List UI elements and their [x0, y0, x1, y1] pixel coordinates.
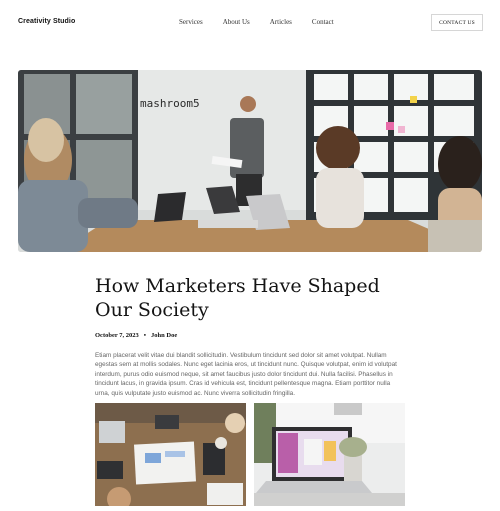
gallery-image-right[interactable]	[254, 403, 405, 506]
nav-contact[interactable]: Contact	[312, 18, 334, 26]
article-author[interactable]: John Doe	[151, 332, 177, 339]
contact-us-button[interactable]: CONTACT US	[431, 14, 483, 31]
laptop-workspace-photo	[254, 403, 405, 506]
hero-image: mashroom5	[18, 70, 482, 252]
main-nav: Services About Us Articles Contact	[179, 18, 354, 26]
article-meta: October 7, 2023 • John Doe	[95, 332, 405, 339]
nav-about-us[interactable]: About Us	[223, 18, 250, 26]
office-meeting-photo: mashroom5	[18, 70, 482, 252]
nav-services[interactable]: Services	[179, 18, 203, 26]
nav-articles[interactable]: Articles	[270, 18, 292, 26]
gallery	[95, 403, 405, 506]
gallery-image-left[interactable]	[95, 403, 246, 506]
site-header: Creativity Studio Services About Us Arti…	[0, 0, 500, 48]
article-body: Etiam placerat velit vitae dui blandit s…	[95, 352, 397, 397]
article-title: How Marketers Have Shaped Our Society	[95, 275, 380, 321]
article: How Marketers Have Shaped Our Society Oc…	[95, 274, 405, 398]
desk-top-view-photo	[95, 403, 246, 506]
article-date: October 7, 2023	[95, 332, 139, 339]
brand-logo[interactable]: Creativity Studio	[18, 18, 75, 25]
wall-sign-text: mashroom5	[140, 97, 200, 110]
meta-separator: •	[143, 332, 147, 339]
